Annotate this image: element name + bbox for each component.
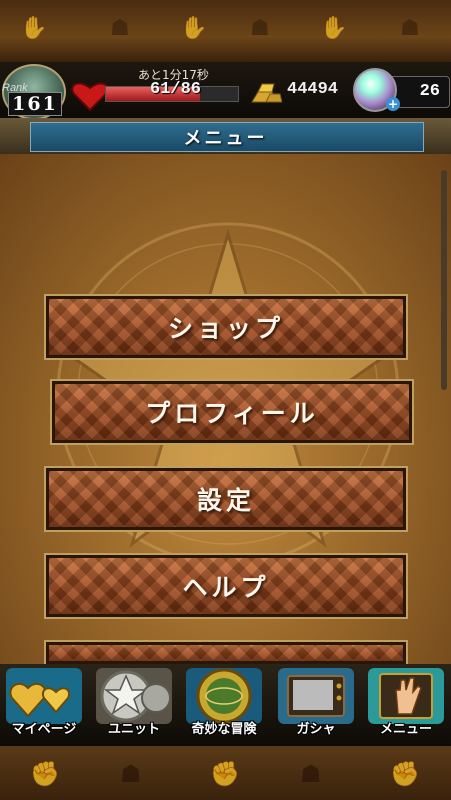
nav-adventure-label: 奇妙な冒険: [191, 722, 257, 737]
tv-icon: [278, 668, 354, 724]
nav-menu-label: メニュー: [379, 722, 432, 737]
gem-value: 26: [419, 82, 440, 101]
add-gem-button[interactable]: +: [386, 97, 400, 111]
profile-button[interactable]: プロフィール: [50, 379, 414, 445]
globe-icon: [186, 668, 262, 724]
nav-menu[interactable]: メニュー: [362, 664, 450, 742]
decor-icon: ✊: [390, 760, 420, 788]
decor-icon: ✊: [30, 760, 60, 788]
nav-unit-label: ユニット: [107, 722, 160, 737]
shop-button-label: ショップ: [167, 314, 284, 343]
decor-icon: ✋: [180, 16, 208, 41]
profile-button-label: プロフィール: [145, 399, 319, 428]
nav-gacha[interactable]: ガシャ: [272, 664, 360, 742]
hp-value: 61/86: [150, 80, 202, 99]
nav-gacha-label: ガシャ: [296, 722, 336, 737]
help-button-label: ヘルプ: [182, 573, 270, 602]
hand-icon: [368, 668, 444, 724]
decor-icon: ☗: [110, 16, 130, 41]
nav-adventure[interactable]: 奇妙な冒険: [180, 664, 268, 742]
bottom-decoration: ✊ ☗ ✊ ☗ ✊: [0, 746, 451, 800]
decor-icon: ☗: [300, 760, 322, 788]
star-icon: [96, 668, 172, 724]
nav-mypage-label: マイページ: [11, 722, 77, 737]
heart-icon: [6, 668, 82, 724]
page-title: メニュー: [183, 128, 268, 149]
nav-mypage[interactable]: マイページ: [0, 664, 88, 742]
more-button[interactable]: [44, 640, 408, 666]
decor-icon: ✋: [320, 16, 348, 41]
shop-button[interactable]: ショップ: [44, 294, 408, 360]
settings-button[interactable]: 設定: [44, 466, 408, 532]
decor-icon: ☗: [400, 16, 420, 41]
nav-unit[interactable]: ユニット: [90, 664, 178, 742]
rank-value: 161: [8, 92, 62, 116]
heart-icon: [71, 82, 109, 112]
decor-icon: ☗: [120, 760, 142, 788]
scrollbar[interactable]: [441, 170, 447, 390]
settings-button-label: 設定: [196, 486, 255, 515]
gold-bars-icon: [251, 83, 282, 103]
decor-icon: ☗: [250, 16, 270, 41]
help-button[interactable]: ヘルプ: [44, 553, 408, 619]
decor-icon: ✊: [210, 760, 240, 788]
gold-value: 44494: [287, 80, 339, 99]
top-decoration: ✋ ☗ ✋ ☗ ✋ ☗: [0, 0, 451, 62]
decor-icon: ✋: [20, 16, 48, 41]
